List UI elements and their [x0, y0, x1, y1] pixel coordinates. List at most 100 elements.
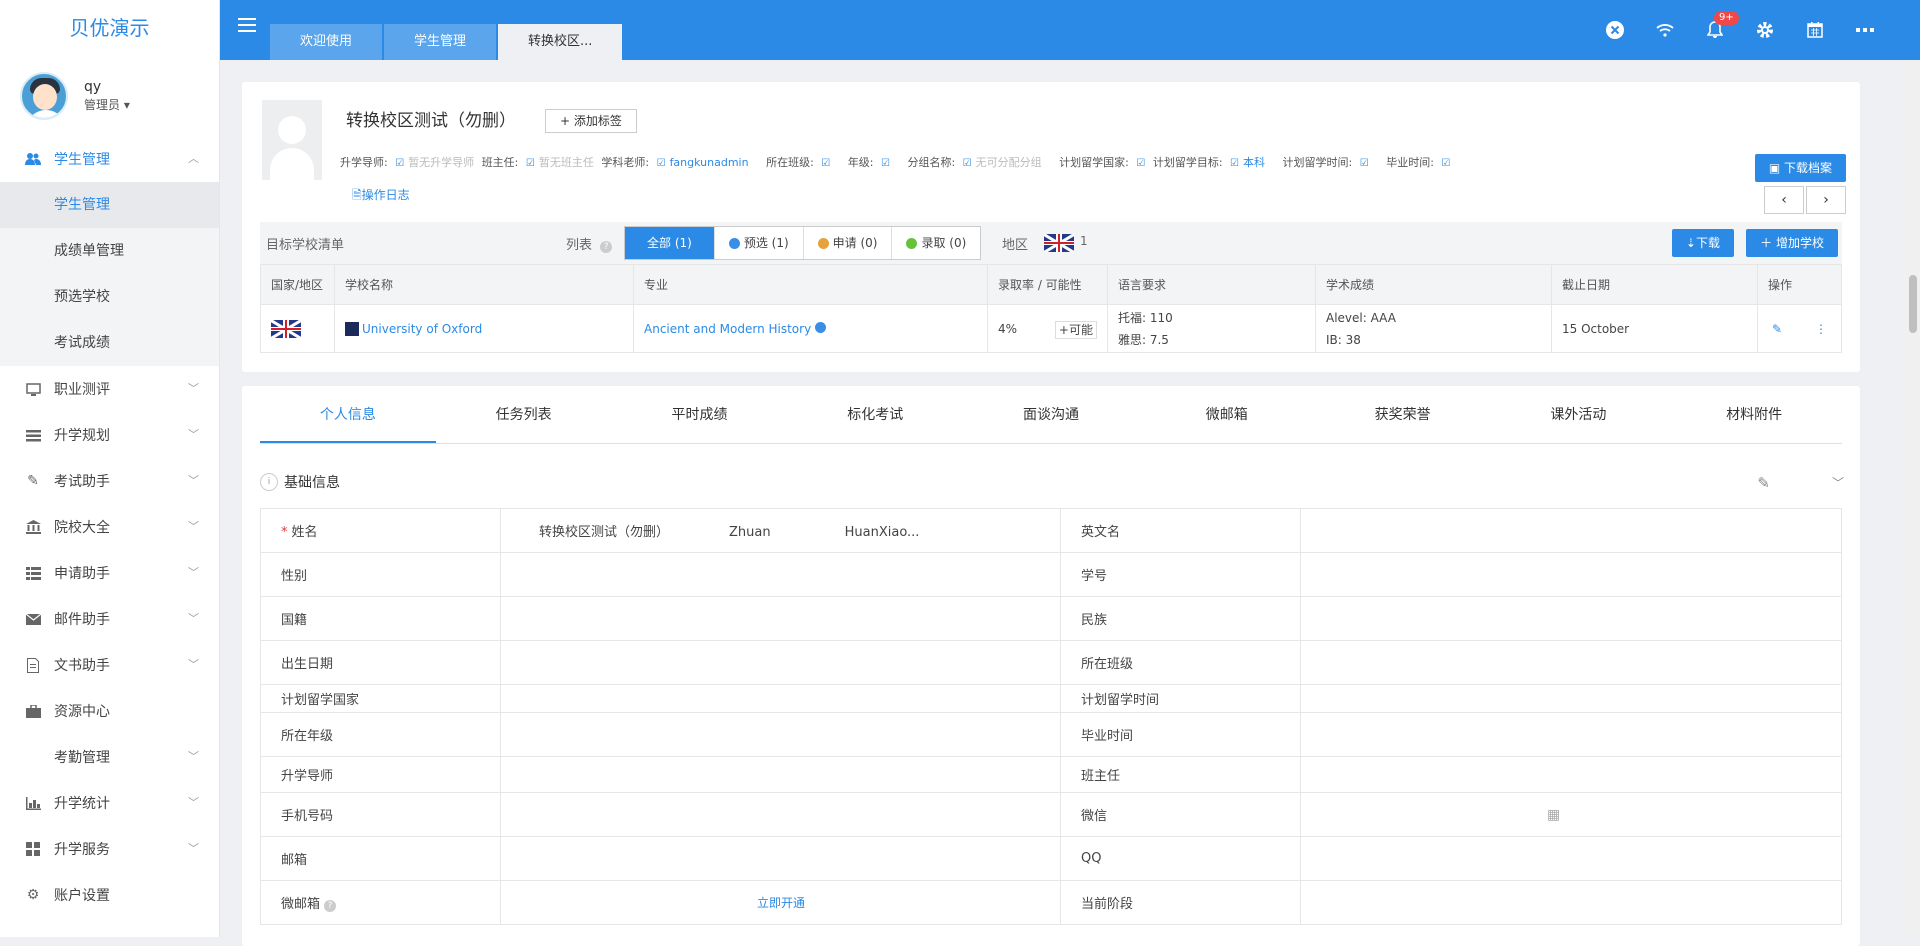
- download-icon: ⇣: [1685, 236, 1696, 250]
- menu-resources[interactable]: 资源中心: [0, 688, 219, 734]
- school-link[interactable]: University of Oxford: [362, 322, 482, 336]
- submenu-item-transcripts[interactable]: 成绩单管理: [0, 228, 219, 274]
- current-stage-value[interactable]: [1300, 880, 1842, 925]
- menu-student-management[interactable]: 学生管理 ︿: [0, 136, 219, 182]
- gear-icon[interactable]: [1740, 0, 1790, 60]
- tab-grades[interactable]: 平时成绩: [612, 386, 788, 443]
- filter-all[interactable]: 全部 (1): [625, 227, 715, 259]
- activate-now-link[interactable]: 立即开通: [757, 896, 805, 910]
- download-button[interactable]: ⇣下载: [1671, 229, 1734, 257]
- info-icon: i: [260, 473, 278, 491]
- more-vertical-icon[interactable]: ⋮: [1815, 318, 1827, 340]
- edit-icon[interactable]: ✎: [1757, 474, 1770, 492]
- tab-standard-tests[interactable]: 标化考试: [787, 386, 963, 443]
- tab-welcome[interactable]: 欢迎使用: [270, 24, 383, 60]
- ethnicity-value[interactable]: [1300, 596, 1842, 641]
- help-icon[interactable]: ?: [324, 900, 337, 912]
- hamburger-menu-icon[interactable]: [238, 18, 256, 32]
- menu-services[interactable]: 升学服务 ﹀: [0, 826, 219, 872]
- submenu-item-students[interactable]: 学生管理: [0, 182, 219, 228]
- avatar[interactable]: [20, 72, 68, 120]
- name-pinyin-2: HuanXiao...: [844, 525, 920, 540]
- add-tag-button[interactable]: + 添加标签: [545, 109, 637, 133]
- tab-personal-info[interactable]: 个人信息: [260, 386, 436, 443]
- edit-icon[interactable]: ☑: [1441, 158, 1450, 169]
- edit-icon[interactable]: ☑: [395, 158, 404, 169]
- english-name-value[interactable]: [1300, 508, 1842, 553]
- phone-value[interactable]: [500, 792, 1061, 837]
- menu-career-test[interactable]: 职业测评 ﹀: [0, 366, 219, 412]
- wifi-icon[interactable]: [1640, 0, 1690, 60]
- filter-preselect[interactable]: 预选 (1): [715, 227, 804, 259]
- table-header: 国家/地区 学校名称 专业 录取率 / 可能性 语言要求 学术成绩 截止日期 操…: [260, 264, 1842, 305]
- user-role-dropdown[interactable]: 管理员 ▾: [84, 96, 130, 114]
- tab-tasks[interactable]: 任务列表: [436, 386, 612, 443]
- menu-admission-plan[interactable]: 升学规划 ﹀: [0, 412, 219, 458]
- brand-logo[interactable]: 贝优演示: [0, 0, 219, 56]
- class-value[interactable]: [1300, 640, 1842, 685]
- more-icon[interactable]: [1840, 0, 1890, 60]
- qrcode-icon[interactable]: ▦: [1547, 807, 1560, 823]
- qq-value[interactable]: [1300, 836, 1842, 881]
- possibility-tag[interactable]: +可能: [1054, 320, 1097, 339]
- bar-chart-icon: [24, 794, 42, 812]
- major-link[interactable]: Ancient and Modern History: [644, 322, 811, 336]
- graduation-value[interactable]: [1300, 712, 1842, 757]
- menu-attendance[interactable]: 考勤管理 ﹀: [0, 734, 219, 780]
- next-student-button[interactable]: ›: [1806, 186, 1846, 214]
- edit-icon[interactable]: ☑: [1136, 158, 1145, 169]
- edit-icon[interactable]: ☑: [881, 158, 890, 169]
- close-circle-icon[interactable]: [1590, 0, 1640, 60]
- chevron-down-icon[interactable]: ﹀: [1832, 474, 1844, 491]
- advisor-value[interactable]: [500, 756, 1061, 793]
- download-archive-button[interactable]: ▣ 下载档案: [1754, 154, 1846, 182]
- apps-icon: [24, 840, 42, 858]
- grade-value[interactable]: [500, 712, 1061, 757]
- add-school-button[interactable]: ＋ 增加学校: [1746, 229, 1838, 257]
- scrollbar-thumb[interactable]: [1909, 275, 1917, 333]
- tab-interviews[interactable]: 面谈沟通: [963, 386, 1139, 443]
- menu-statistics[interactable]: 升学统计 ﹀: [0, 780, 219, 826]
- edit-icon[interactable]: ☑: [1360, 158, 1369, 169]
- menu-account-settings[interactable]: ⚙ 账户设置: [0, 872, 219, 918]
- page-scrollbar[interactable]: [1906, 60, 1920, 937]
- edit-icon[interactable]: ☑: [821, 158, 830, 169]
- menu-documents[interactable]: 文书助手 ﹀: [0, 642, 219, 688]
- menu-exam-assistant[interactable]: ✎ 考试助手 ﹀: [0, 458, 219, 504]
- prev-student-button[interactable]: ‹: [1764, 186, 1804, 214]
- tab-awards[interactable]: 获奖荣誉: [1315, 386, 1491, 443]
- edit-icon[interactable]: ☑: [1230, 158, 1239, 169]
- calendar-icon[interactable]: [1790, 0, 1840, 60]
- email-value[interactable]: [500, 836, 1061, 881]
- menu-application[interactable]: 申请助手 ﹀: [0, 550, 219, 596]
- tab-student-detail[interactable]: 转换校区...: [498, 24, 623, 60]
- birthdate-value[interactable]: [500, 640, 1061, 685]
- menu-schools[interactable]: 院校大全 ﹀: [0, 504, 219, 550]
- edit-icon[interactable]: ☑: [657, 158, 666, 169]
- nationality-value[interactable]: [500, 596, 1061, 641]
- filter-applying[interactable]: 申请 (0): [804, 227, 893, 259]
- bell-icon[interactable]: 9+: [1690, 0, 1740, 60]
- tab-activities[interactable]: 课外活动: [1490, 386, 1666, 443]
- help-icon[interactable]: ?: [600, 241, 613, 253]
- edit-icon[interactable]: ☑: [963, 158, 972, 169]
- chevron-down-icon: ﹀: [188, 382, 199, 395]
- student-id-value[interactable]: [1300, 552, 1842, 597]
- uk-flag-icon[interactable]: [1044, 234, 1074, 252]
- chevron-down-icon: ﹀: [188, 750, 199, 763]
- edit-icon[interactable]: ☑: [526, 158, 535, 169]
- tab-attachments[interactable]: 材料附件: [1666, 386, 1842, 443]
- filter-admitted[interactable]: 录取 (0): [892, 227, 980, 259]
- gender-value[interactable]: [500, 552, 1061, 597]
- user-panel: qy 管理员 ▾: [0, 56, 219, 136]
- submenu-item-preselect[interactable]: 预选学校: [0, 274, 219, 320]
- plan-country-value[interactable]: [500, 684, 1061, 713]
- tab-mailbox[interactable]: 微邮箱: [1139, 386, 1315, 443]
- edit-icon[interactable]: ✎: [1772, 322, 1782, 336]
- submenu-item-exam-scores[interactable]: 考试成绩: [0, 320, 219, 366]
- plan-time-value[interactable]: [1300, 684, 1842, 713]
- head-teacher-value[interactable]: [1300, 756, 1842, 793]
- menu-mail[interactable]: 邮件助手 ﹀: [0, 596, 219, 642]
- operation-log-link[interactable]: 🗎操作日志: [352, 186, 410, 207]
- tab-student-management[interactable]: 学生管理: [384, 24, 497, 60]
